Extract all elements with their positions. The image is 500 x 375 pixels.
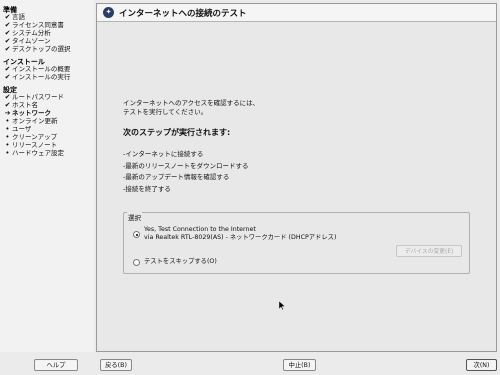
check-icon: ✔ — [4, 21, 11, 29]
step-system-analysis: ✔ システム分析 — [4, 29, 51, 37]
check-icon: ✔ — [4, 101, 11, 109]
check-icon: ✔ — [4, 93, 11, 101]
arrow-right-icon: ➔ — [4, 109, 11, 117]
step-desktop: ✔ デスクトップの選択 — [4, 45, 71, 53]
bullet-icon: • — [5, 133, 10, 141]
bullet-icon: • — [5, 125, 10, 133]
step-user: • ユーザ — [3, 125, 31, 133]
step-license: ✔ ライセンス同意書 — [4, 21, 64, 29]
check-icon: ✔ — [4, 73, 11, 81]
test-connection-option[interactable]: Yes, Test Connection to the Internet via… — [144, 226, 336, 242]
list-item: -最新のリリースノートをダウンロードする — [123, 161, 249, 170]
list-item: -接続を終了する — [123, 184, 171, 193]
test-connection-radio[interactable] — [133, 231, 140, 238]
selection-groupbox: 選択 Yes, Test Connection to the Internet … — [123, 212, 470, 274]
main-panel: ✦ インターネットへの接続のテスト インターネットへのアクセスを確認するには、 … — [96, 3, 497, 352]
panel-title: インターネットへの接続のテスト — [119, 9, 247, 19]
check-icon: ✔ — [4, 29, 11, 37]
step-timezone: ✔ タイムゾーン — [4, 37, 51, 45]
intro-text: インターネットへのアクセスを確認するには、 テストを実行してください。 — [123, 99, 260, 116]
groupbox-label: 選択 — [127, 212, 142, 222]
check-icon: ✔ — [4, 13, 11, 21]
bullet-icon: • — [5, 149, 10, 157]
list-item: -インターネットに接続する — [123, 150, 204, 158]
abort-button[interactable]: 中止(B) — [283, 359, 316, 371]
panel-titlebar: ✦ インターネットへの接続のテスト — [97, 4, 496, 22]
step-release-notes: • リリースノート — [3, 141, 57, 149]
list-item: -最新のアップデート情報を確認する — [123, 173, 230, 181]
bullet-icon: • — [5, 117, 10, 125]
bullet-icon: • — [5, 141, 10, 149]
step-hardware: • ハードウェア設定 — [3, 149, 64, 157]
step-root-password: ✔ ルートパスワード — [4, 93, 64, 101]
skip-test-option[interactable]: テストをスキップする(O) — [144, 258, 217, 266]
check-icon: ✔ — [4, 37, 11, 45]
check-icon: ✔ — [4, 45, 11, 53]
step-network: ➔ ネットワーク — [4, 109, 51, 117]
next-steps-heading: 次のステップが実行されます: — [123, 128, 231, 137]
step-hostname: ✔ ホスト名 — [4, 101, 38, 109]
change-device-button[interactable]: デバイスの変更(E) — [396, 245, 462, 257]
skip-test-radio[interactable] — [133, 259, 140, 266]
help-button[interactable]: ヘルプ — [34, 359, 78, 371]
step-language: ✔ 言語 — [4, 13, 25, 21]
opensuse-logo-icon: ✦ — [103, 7, 114, 18]
next-button[interactable]: 次(N) — [466, 359, 497, 371]
step-online-update: • オンライン更新 — [3, 117, 57, 125]
mouse-cursor-icon — [279, 301, 285, 310]
step-cleanup: • クリーンアップ — [3, 133, 57, 141]
steps-list: -インターネットに接続する -最新のリリースノートをダウンロードする -最新のア… — [123, 149, 249, 195]
check-icon: ✔ — [4, 65, 11, 73]
back-button[interactable]: 戻る(B) — [100, 359, 132, 371]
step-install-run: ✔ インストールの実行 — [4, 73, 71, 81]
sidebar: 準備 ✔ 言語 ✔ ライセンス同意書 ✔ システム分析 ✔ タイムゾーン ✔ デスクトップ… — [0, 0, 94, 352]
step-install-overview: ✔ インストールの概要 — [4, 65, 71, 73]
